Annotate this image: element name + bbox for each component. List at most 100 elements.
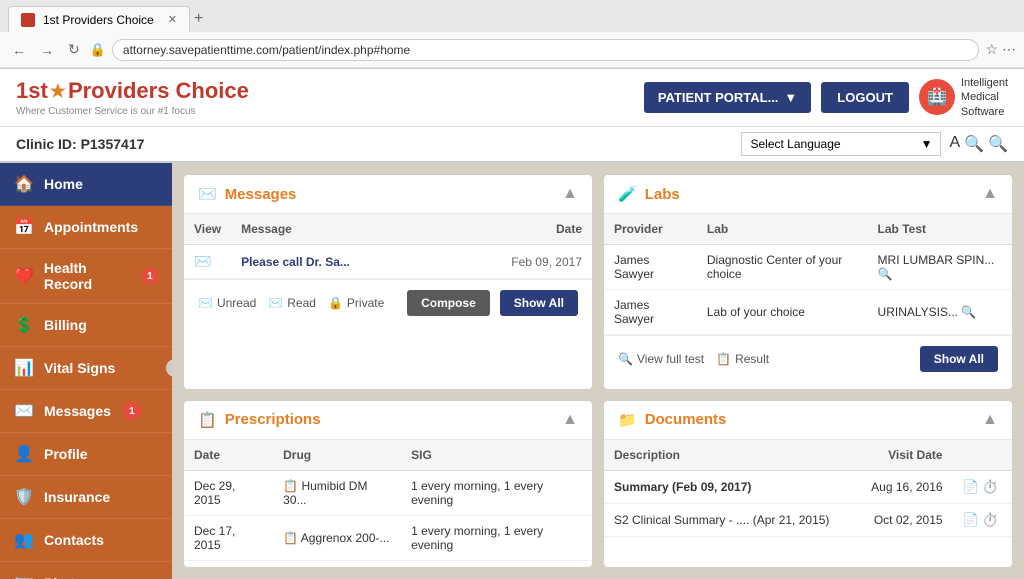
messages-card-header: ✉️ Messages ▲	[184, 175, 592, 214]
table-row: Summary (Feb 09, 2017) Aug 16, 2016 📄 ⏱️	[604, 470, 1012, 503]
messages-card: ✉️ Messages ▲ View Message Date	[184, 175, 592, 389]
photos-icon: 📷	[14, 573, 34, 579]
table-row: James Sawyer Diagnostic Center of your c…	[604, 245, 1012, 290]
labs-card-footer: 🔍 View full test 📋 Result Show All	[604, 335, 1012, 382]
browser-actions: ☆ ⋯	[985, 41, 1016, 58]
sidebar-item-profile[interactable]: 👤 Profile	[0, 433, 172, 476]
doc-date-0: Aug 16, 2016	[855, 470, 952, 503]
doc-clock-icon-0[interactable]: ⏱️	[982, 479, 998, 494]
rx-drug-icon-1: 📋	[283, 531, 298, 545]
sidebar-item-appointments[interactable]: 📅 Appointments	[0, 206, 172, 249]
search-zoom-icon[interactable]: 🔍	[964, 134, 984, 154]
messages-col-date: Date	[443, 214, 592, 245]
lab-lab-1: Lab of your choice	[697, 290, 868, 335]
accessibility-a-icon[interactable]: A	[949, 134, 960, 154]
profile-icon: 👤	[14, 444, 34, 464]
language-select[interactable]: Select Language ▼	[741, 132, 941, 156]
doc-col-actions	[953, 440, 1012, 471]
sidebar-item-photos[interactable]: 📷 Photos	[0, 562, 172, 579]
labs-card: 🧪 Labs ▲ Provider Lab Lab Test	[604, 175, 1012, 389]
tab-favicon	[21, 13, 35, 27]
messages-show-all-button[interactable]: Show All	[500, 290, 578, 316]
sidebar-item-contacts-label: Contacts	[44, 532, 104, 548]
doc-clock-icon-1[interactable]: ⏱️	[982, 512, 998, 527]
table-row: ✉️ Please call Dr. Sa... Feb 09, 2017	[184, 245, 592, 279]
browser-tab[interactable]: 1st Providers Choice ✕	[8, 6, 190, 32]
sidebar-item-insurance-label: Insurance	[44, 489, 110, 505]
labs-card-title: 🧪 Labs	[618, 185, 680, 203]
tab-close-button[interactable]: ✕	[168, 13, 177, 26]
patient-portal-button[interactable]: PATIENT PORTAL... ▼	[644, 82, 811, 113]
documents-card-header: 📁 Documents ▲	[604, 401, 1012, 440]
lab-lab-0: Diagnostic Center of your choice	[697, 245, 868, 290]
messages-title-icon: ✉️	[198, 185, 217, 203]
result-link[interactable]: 📋 Result	[716, 352, 769, 366]
read-filter[interactable]: ✉️ Read	[268, 296, 316, 310]
sidebar-item-profile-label: Profile	[44, 446, 88, 462]
labs-table: Provider Lab Lab Test James Sawyer Diagn…	[604, 214, 1012, 335]
labs-col-lab: Lab	[697, 214, 868, 245]
new-tab-button[interactable]: +	[194, 10, 203, 28]
address-bar[interactable]	[112, 39, 980, 61]
prescriptions-card-title: 📋 Prescriptions	[198, 411, 321, 429]
messages-footer-links: ✉️ Unread ✉️ Read 🔒 Private	[198, 296, 397, 310]
sidebar-item-health-record[interactable]: ❤️ Health Record 1	[0, 249, 172, 304]
back-button[interactable]: ←	[8, 40, 30, 60]
rx-date-1: Dec 17, 2015	[184, 515, 273, 560]
doc-actions-0: 📄 ⏱️	[953, 470, 1012, 503]
logout-button[interactable]: LOGOUT	[821, 82, 909, 113]
unread-filter[interactable]: ✉️ Unread	[198, 296, 256, 310]
message-text[interactable]: Please call Dr. Sa...	[231, 245, 443, 279]
message-view-icon: ✉️	[184, 245, 231, 279]
prescriptions-card-collapse-button[interactable]: ▲	[562, 411, 578, 429]
table-row: Dec 17, 2015 📋 Aggrenox 200-... 1 every …	[184, 515, 592, 560]
tab-bar: 1st Providers Choice ✕ +	[0, 0, 1024, 32]
logo-subtitle: Where Customer Service is our #1 focus	[16, 106, 249, 117]
sidebar-item-vital-signs[interactable]: 📊 Vital Signs ‹	[0, 347, 172, 390]
messages-card-footer: ✉️ Unread ✉️ Read 🔒 Private Compose Show…	[184, 279, 592, 326]
doc-col-description: Description	[604, 440, 855, 471]
private-filter[interactable]: 🔒 Private	[328, 296, 384, 310]
sidebar: 🏠 Home 📅 Appointments ❤️ Health Record 1…	[0, 163, 172, 579]
labs-show-all-button[interactable]: Show All	[920, 346, 998, 372]
messages-card-title: ✉️ Messages	[198, 185, 296, 203]
doc-actions-1: 📄 ⏱️	[953, 503, 1012, 536]
menu-button[interactable]: ⋯	[1002, 41, 1016, 58]
header-right: PATIENT PORTAL... ▼ LOGOUT 🏥 Intelligent…	[644, 76, 1008, 119]
forward-button[interactable]: →	[36, 40, 58, 60]
messages-col-message: Message	[231, 214, 443, 245]
sidebar-item-billing[interactable]: 💲 Billing	[0, 304, 172, 347]
bookmarks-button[interactable]: ☆	[985, 41, 998, 58]
sidebar-item-messages-label: Messages	[44, 403, 111, 419]
lab-test-0: MRI LUMBAR SPIN... 🔍	[868, 245, 1012, 290]
labs-title-icon: 🧪	[618, 185, 637, 203]
table-row: S2 Clinical Summary - .... (Apr 21, 2015…	[604, 503, 1012, 536]
ims-icon: 🏥	[919, 79, 955, 115]
labs-card-header: 🧪 Labs ▲	[604, 175, 1012, 214]
labs-col-provider: Provider	[604, 214, 697, 245]
messages-card-collapse-button[interactable]: ▲	[562, 185, 578, 203]
compose-button[interactable]: Compose	[407, 290, 490, 316]
messages-badge: 1	[123, 402, 141, 420]
sidebar-item-insurance[interactable]: 🛡️ Insurance	[0, 476, 172, 519]
sidebar-collapse-button[interactable]: ‹	[166, 359, 172, 377]
view-full-test-link[interactable]: 🔍 View full test	[618, 352, 704, 366]
patient-portal-label: PATIENT PORTAL...	[658, 90, 779, 105]
ims-logo: 🏥 Intelligent Medical Software	[919, 76, 1008, 119]
app-header: 1st ★ Providers Choice Where Customer Se…	[0, 69, 1024, 127]
search-icon[interactable]: 🔍	[988, 134, 1008, 154]
doc-file-icon-1[interactable]: 📄	[963, 512, 979, 527]
sidebar-item-home[interactable]: 🏠 Home	[0, 163, 172, 206]
sidebar-item-appointments-label: Appointments	[44, 219, 138, 235]
sidebar-item-contacts[interactable]: 👥 Contacts	[0, 519, 172, 562]
tab-title: 1st Providers Choice	[43, 13, 154, 27]
lab-search-icon-0[interactable]: 🔍	[878, 267, 893, 281]
rx-drug-0: 📋 Humibid DM 30...	[273, 470, 401, 515]
doc-file-icon-0[interactable]: 📄	[963, 479, 979, 494]
lab-test-1: URINALYSIS... 🔍	[868, 290, 1012, 335]
lab-search-icon-1[interactable]: 🔍	[961, 305, 976, 319]
documents-card-collapse-button[interactable]: ▲	[982, 411, 998, 429]
labs-card-collapse-button[interactable]: ▲	[982, 185, 998, 203]
sidebar-item-messages[interactable]: ✉️ Messages 1	[0, 390, 172, 433]
refresh-button[interactable]: ↻	[64, 39, 84, 60]
